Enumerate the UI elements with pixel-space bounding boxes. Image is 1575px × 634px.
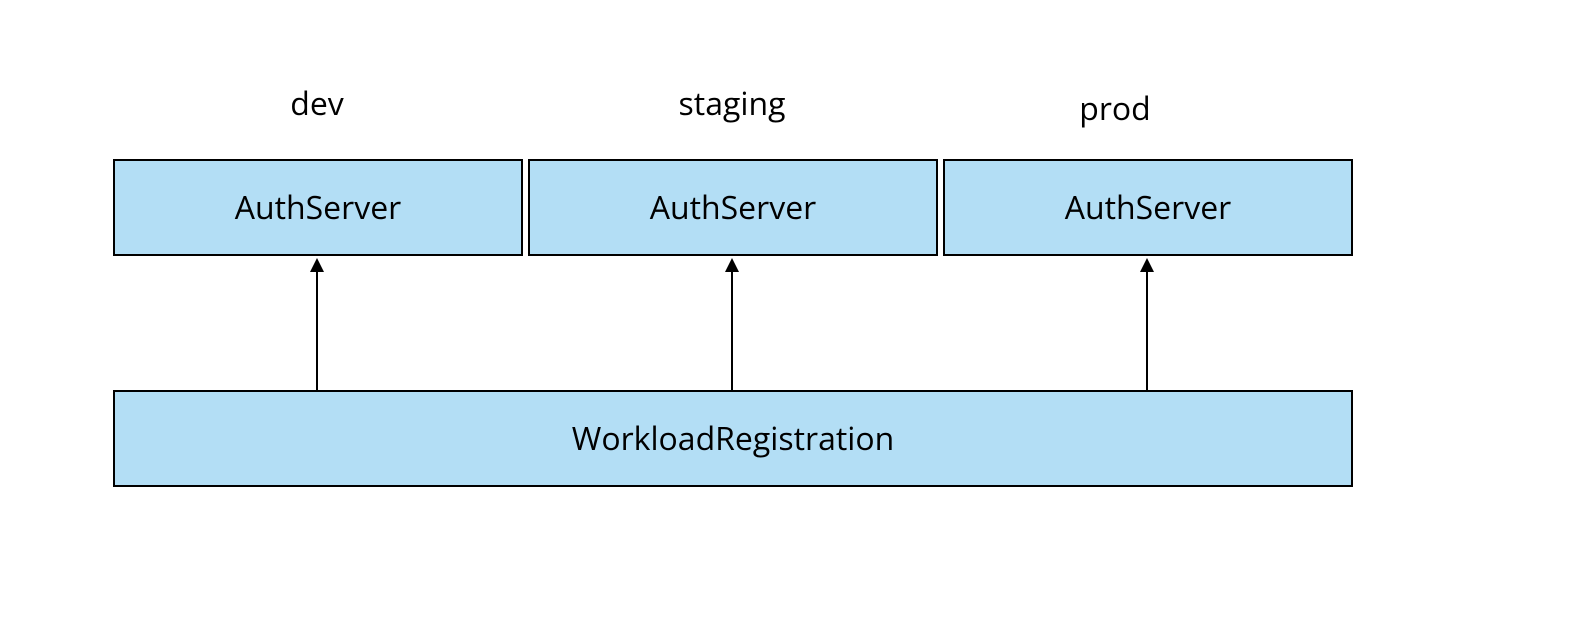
env-label-prod: prod [1075, 87, 1155, 130]
authserver-box-staging: AuthServer [528, 159, 938, 256]
authserver-label-staging: AuthServer [650, 186, 817, 229]
arrow-staging [725, 258, 739, 390]
authserver-label-prod: AuthServer [1065, 186, 1232, 229]
arrow-dev [310, 258, 324, 390]
env-label-staging: staging [667, 82, 797, 125]
workload-registration-label: WorkloadRegistration [572, 417, 894, 460]
authserver-box-prod: AuthServer [943, 159, 1353, 256]
authserver-label-dev: AuthServer [235, 186, 402, 229]
env-label-dev: dev [287, 82, 347, 125]
arrow-line [1146, 270, 1148, 390]
authserver-box-dev: AuthServer [113, 159, 523, 256]
workload-registration-box: WorkloadRegistration [113, 390, 1353, 487]
architecture-diagram: dev staging prod AuthServer AuthServer A… [0, 0, 1575, 634]
arrow-line [731, 270, 733, 390]
arrow-line [316, 270, 318, 390]
arrow-prod [1140, 258, 1154, 390]
